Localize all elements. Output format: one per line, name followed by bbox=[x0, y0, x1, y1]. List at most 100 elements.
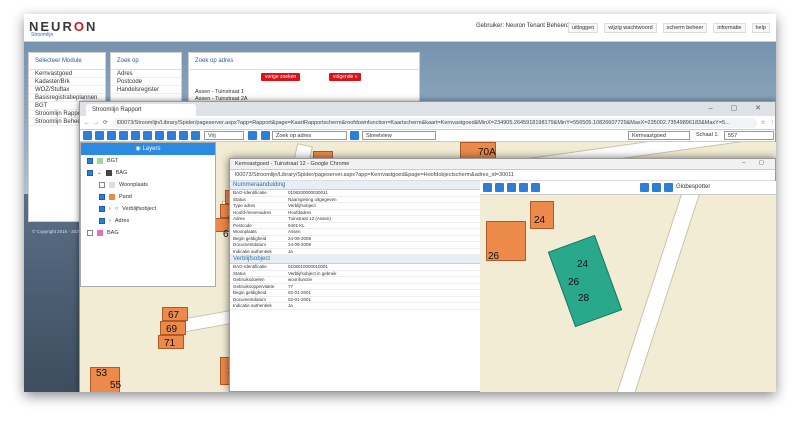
search-type-item[interactable]: Handelsregister bbox=[111, 86, 181, 94]
streetview-icon[interactable] bbox=[350, 131, 359, 140]
search-type-item[interactable]: Postcode bbox=[111, 78, 181, 86]
scale-input[interactable]: 557 bbox=[724, 131, 774, 140]
cursor-tool-icon[interactable] bbox=[248, 131, 257, 140]
pan-tool-icon[interactable] bbox=[507, 183, 516, 192]
checkbox[interactable] bbox=[99, 206, 105, 212]
copyright: © Copyright 2016 - 2020 bbox=[32, 229, 82, 234]
header-links: uitloggen wijzig wachtwoord scherm behee… bbox=[568, 23, 770, 33]
layer-label: Adres bbox=[114, 218, 130, 224]
address-result[interactable]: Assen - Tuinstraat 1 bbox=[195, 89, 244, 95]
layers-tool-icon[interactable] bbox=[83, 131, 92, 140]
info-row: Indicatie authentiek Ja bbox=[230, 303, 480, 310]
module-item[interactable]: Kernvastgoed bbox=[29, 70, 105, 78]
info-value: woonfunctie bbox=[288, 277, 313, 282]
info-key: Adres bbox=[233, 216, 245, 221]
tab-rapport[interactable]: Stroomlijn Rapport bbox=[86, 104, 196, 116]
search-type-item[interactable]: Adres bbox=[111, 70, 181, 78]
module-item[interactable]: Kadaster/Brk bbox=[29, 78, 105, 86]
zoom-tool-icon[interactable] bbox=[119, 131, 128, 140]
print-tool-icon[interactable] bbox=[95, 131, 104, 140]
chevron-right-icon[interactable]: › bbox=[109, 206, 111, 212]
info-value: Ja bbox=[288, 248, 293, 254]
chevron-down-icon[interactable]: ⌄ bbox=[97, 170, 102, 176]
checkbox[interactable] bbox=[99, 194, 105, 200]
search-type-panel: Zoek op Adres Postcode Handelsregister bbox=[110, 52, 182, 104]
info-key: Indicatie authentiek bbox=[233, 303, 272, 308]
layer-row[interactable]: Woonplaats bbox=[81, 179, 215, 191]
layer-label: Woonplaats bbox=[119, 182, 148, 188]
checkbox[interactable] bbox=[99, 218, 105, 224]
info-key: Gebruiksoppervlakte bbox=[233, 283, 275, 289]
pan-tool-icon[interactable] bbox=[167, 131, 176, 140]
url-field[interactable]: l00073/Stroomlijn/Library/Spider/pageser… bbox=[111, 117, 757, 128]
help-link[interactable]: help bbox=[751, 23, 770, 33]
layer-row[interactable]: Pand bbox=[81, 191, 215, 203]
window-controls[interactable]: – ▢ ✕ bbox=[709, 104, 769, 112]
detail-map-toolbar: Globespotter bbox=[480, 181, 776, 195]
measure-tool-icon[interactable] bbox=[531, 183, 540, 192]
address-search-panel: Zoek op adres vorige zoeken volgende » A… bbox=[188, 52, 420, 104]
layers-tool-icon[interactable] bbox=[483, 183, 492, 192]
info-key: Indicatie authentiek bbox=[233, 248, 272, 254]
url-field[interactable]: l00073/Stroomlijn/Library/Spider/pageser… bbox=[230, 170, 775, 181]
logout-link[interactable]: uitloggen bbox=[568, 23, 599, 33]
globespotter-label[interactable]: Globespotter bbox=[676, 184, 710, 190]
layer-row[interactable]: › Adres bbox=[81, 215, 215, 227]
layers-panel: ◉ Layers BGT ⌄ BAG Woonplaats Pand › ○ Verb… bbox=[80, 142, 216, 287]
layer-row[interactable]: BGT bbox=[81, 155, 215, 167]
object-info-panel: Nummeraanduiding BAG-Identificatie 010620… bbox=[230, 181, 480, 392]
selected-building[interactable] bbox=[547, 234, 623, 328]
select-tool-icon[interactable] bbox=[155, 131, 164, 140]
menu-icon[interactable]: ⋮ bbox=[770, 120, 776, 126]
view-select[interactable]: Streetview bbox=[362, 131, 436, 140]
globespotter-icon[interactable] bbox=[664, 183, 673, 192]
info-link[interactable]: informatie bbox=[713, 23, 746, 33]
module-item[interactable]: WOZ/Stuftax bbox=[29, 86, 105, 94]
info-tool-icon[interactable] bbox=[143, 131, 152, 140]
change-password-link[interactable]: wijzig wachtwoord bbox=[604, 23, 657, 33]
info-key: Gebruiksdoelen bbox=[233, 277, 265, 282]
info-value: 0106200000030011 bbox=[288, 190, 328, 195]
checkbox[interactable] bbox=[99, 182, 105, 188]
info-tool-icon[interactable] bbox=[519, 183, 528, 192]
scale-label: Schaal 1: bbox=[696, 132, 719, 138]
detail-map[interactable]: 24 26 24 26 28 Globespotter bbox=[480, 181, 776, 392]
layer-label: BAG bbox=[107, 230, 119, 236]
layers-header: ◉ Layers bbox=[81, 143, 215, 155]
window-controls[interactable]: – ▢ bbox=[742, 160, 770, 166]
house-number: 67 bbox=[168, 310, 180, 321]
search-icon[interactable] bbox=[261, 131, 270, 140]
search-type-title: Zoek op bbox=[111, 53, 181, 70]
layer-row[interactable]: › ○ Verblijfsobject bbox=[81, 203, 215, 215]
layer-label: BGT bbox=[107, 158, 119, 164]
edit-tool-icon[interactable] bbox=[191, 131, 200, 140]
checkbox[interactable] bbox=[87, 170, 93, 176]
export-tool-icon[interactable] bbox=[652, 183, 661, 192]
layer-row[interactable]: BAG bbox=[81, 227, 215, 239]
layer-label: Verblijfsobject bbox=[122, 206, 157, 212]
select-tool-icon[interactable] bbox=[495, 183, 504, 192]
section-title: Verblijfsobject bbox=[230, 255, 480, 264]
search-select[interactable]: Zoek op adres bbox=[272, 131, 347, 140]
measure-tool-icon[interactable] bbox=[131, 131, 140, 140]
layer-select[interactable]: Kernvastgoed bbox=[628, 131, 690, 140]
back-icon[interactable]: ← bbox=[84, 120, 90, 126]
reload-icon[interactable]: ⟳ bbox=[103, 120, 108, 126]
screen-settings-link[interactable]: scherm beheer bbox=[662, 23, 708, 33]
print-tool-icon[interactable] bbox=[640, 183, 649, 192]
layer-swatch bbox=[97, 230, 103, 236]
mode-select[interactable]: Vrij bbox=[204, 131, 244, 140]
export-tool-icon[interactable] bbox=[107, 131, 116, 140]
forward-icon[interactable]: → bbox=[94, 120, 100, 126]
star-icon[interactable]: ☆ bbox=[761, 120, 766, 126]
checkbox[interactable] bbox=[87, 230, 93, 236]
circle-icon: ○ bbox=[114, 206, 119, 212]
chevron-right-icon[interactable]: › bbox=[109, 218, 111, 224]
next-button[interactable]: volgende » bbox=[329, 73, 362, 81]
layer-row[interactable]: ⌄ BAG bbox=[81, 167, 215, 179]
info-value: 24-09-2008 bbox=[288, 235, 312, 241]
previous-button[interactable]: vorige zoeken bbox=[261, 73, 301, 81]
checkbox[interactable] bbox=[87, 158, 93, 164]
draw-tool-icon[interactable] bbox=[179, 131, 188, 140]
house-number: 53 bbox=[96, 368, 108, 379]
